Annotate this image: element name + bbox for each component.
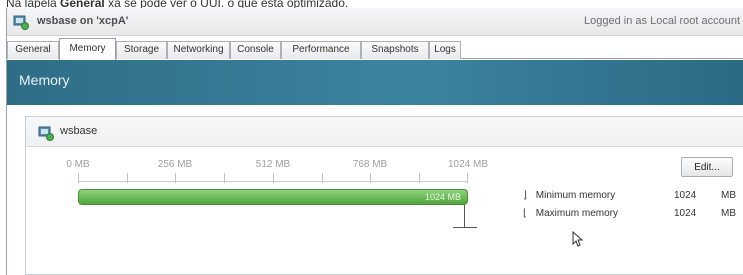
tab-logs[interactable]: Logs bbox=[429, 41, 461, 59]
vm-icon bbox=[13, 14, 29, 35]
maximum-memory-value: 1024 bbox=[674, 208, 697, 219]
scale-tick bbox=[78, 173, 79, 183]
scale-tick bbox=[419, 173, 420, 183]
scale-label: 0 MB bbox=[66, 159, 90, 170]
maximum-memory-label: ⌊ Maximum memory bbox=[523, 208, 618, 219]
max-bracket-icon: ⌊ bbox=[523, 208, 527, 219]
row-label: Minimum memory bbox=[535, 190, 616, 201]
scale-label: 512 MB bbox=[255, 159, 291, 170]
minimum-memory-unit: MB bbox=[721, 190, 736, 201]
vm-icon bbox=[38, 125, 54, 146]
login-account: Local root account bbox=[650, 15, 740, 27]
window-title: wsbase on 'xcpA' bbox=[37, 15, 129, 27]
min-bracket-icon: ⌋ bbox=[523, 190, 527, 201]
mouse-pointer-icon bbox=[572, 230, 584, 252]
scale-tick bbox=[175, 173, 176, 183]
section-banner: Memory bbox=[7, 60, 743, 105]
scale-tick bbox=[467, 173, 468, 183]
edit-button[interactable]: Edit... bbox=[681, 157, 733, 177]
scale-tick bbox=[322, 173, 323, 183]
tab-snapshots[interactable]: Snapshots bbox=[361, 41, 429, 59]
section-title: Memory bbox=[19, 72, 70, 88]
memory-panel: wsbase 0 MB 256 MB 512 MB 768 MB 1024 MB… bbox=[25, 116, 743, 275]
tab-networking[interactable]: Networking bbox=[167, 41, 230, 59]
scale-label: 1024 MB bbox=[447, 159, 489, 170]
title-bar: wsbase on 'xcpA' Logged in as Local root… bbox=[7, 8, 743, 36]
tab-storage[interactable]: Storage bbox=[116, 41, 167, 59]
scale-label: 768 MB bbox=[352, 159, 388, 170]
login-prefix: Logged in as bbox=[584, 15, 648, 27]
vm-window: wsbase on 'xcpA' Logged in as Local root… bbox=[6, 8, 743, 275]
scale-tick bbox=[370, 173, 371, 183]
minimum-memory-label: ⌋ Minimum memory bbox=[523, 190, 615, 201]
tab-performance[interactable]: Performance bbox=[281, 41, 361, 59]
scale-tick bbox=[224, 173, 225, 183]
vm-name: wsbase bbox=[60, 125, 98, 137]
tab-general[interactable]: General bbox=[7, 41, 59, 59]
scale-tick bbox=[127, 173, 128, 183]
minimum-memory-value: 1024 bbox=[674, 190, 697, 201]
tab-strip: General Memory Storage Networking Consol… bbox=[7, 38, 743, 60]
memory-usage-bar: 1024 MB bbox=[78, 189, 468, 205]
tab-console[interactable]: Console bbox=[230, 41, 281, 59]
login-status: Logged in as Local root account bbox=[584, 15, 740, 27]
scale-label: 256 MB bbox=[157, 159, 193, 170]
bar-label: 1024 MB bbox=[424, 192, 461, 202]
tab-memory[interactable]: Memory bbox=[59, 38, 116, 60]
maximum-memory-unit: MB bbox=[721, 208, 736, 219]
row-label: Maximum memory bbox=[535, 208, 619, 219]
panel-header: wsbase bbox=[26, 117, 743, 147]
maximum-memory-marker[interactable] bbox=[453, 205, 477, 231]
scale-tick bbox=[273, 173, 274, 183]
